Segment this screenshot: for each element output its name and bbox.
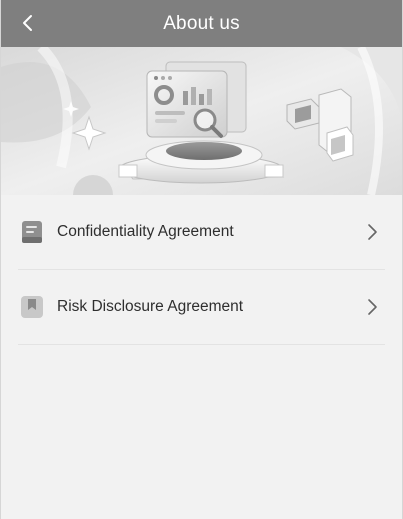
- back-button[interactable]: [15, 10, 41, 36]
- list-item-label: Risk Disclosure Agreement: [57, 298, 244, 315]
- top-bar: About us: [1, 0, 402, 47]
- chevron-right-icon: [368, 299, 377, 315]
- document-icon: [20, 220, 44, 244]
- page-title: About us: [163, 12, 240, 34]
- chevron-left-icon: [23, 15, 32, 31]
- about-us-screen: About us Confidentiality Agreement Risk …: [0, 0, 403, 519]
- list-item-label: Confidentiality Agreement: [57, 223, 234, 240]
- agreement-list: Confidentiality Agreement Risk Disclosur…: [1, 195, 402, 345]
- banner-illustration: [1, 47, 402, 195]
- list-item-risk-disclosure-agreement[interactable]: Risk Disclosure Agreement: [18, 270, 385, 345]
- bookmark-icon: [20, 295, 44, 319]
- chevron-right-icon: [368, 224, 377, 240]
- list-item-confidentiality-agreement[interactable]: Confidentiality Agreement: [18, 195, 385, 270]
